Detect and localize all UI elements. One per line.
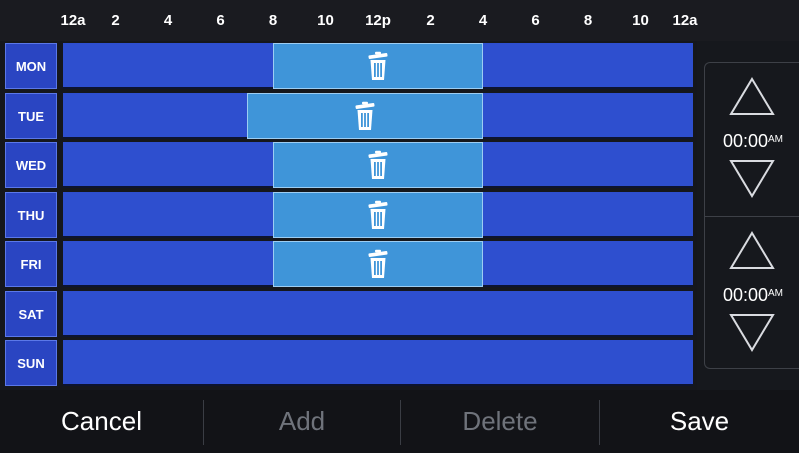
- hour-label: 6: [531, 12, 540, 29]
- scheduled-block[interactable]: [273, 142, 483, 188]
- add-button[interactable]: Add: [204, 390, 400, 453]
- hour-axis: 12a 2 4 6 8 10 12p 2 4 6 8 10 12a: [0, 0, 799, 41]
- triangle-down-icon[interactable]: [729, 312, 775, 352]
- day-track-sun[interactable]: [63, 340, 693, 386]
- scheduled-block[interactable]: [273, 241, 483, 287]
- triangle-down-icon[interactable]: [729, 158, 775, 198]
- day-label-fri[interactable]: FRI: [5, 241, 57, 287]
- hour-label: 12p: [365, 12, 391, 29]
- trash-icon[interactable]: [366, 51, 390, 81]
- trash-icon[interactable]: [366, 200, 390, 230]
- schedule-grid: MON TUE WED THU FRI SAT SUN: [0, 41, 697, 390]
- day-track-sat[interactable]: [63, 291, 693, 337]
- scheduled-block[interactable]: [273, 43, 483, 89]
- time-adjust-panel: 00:00AM 00:00AM: [704, 62, 799, 369]
- hour-label: 4: [163, 12, 173, 29]
- start-time-control: 00:00AM: [705, 63, 799, 215]
- start-time-readout: 00:00AM: [708, 131, 798, 152]
- end-time-ampm: AM: [768, 288, 784, 299]
- start-time-ampm: AM: [768, 134, 784, 145]
- trash-icon[interactable]: [366, 150, 390, 180]
- hour-label: 6: [216, 12, 225, 29]
- hour-label: 4: [478, 12, 488, 29]
- hour-label: 8: [583, 12, 593, 29]
- day-label-mon[interactable]: MON: [5, 43, 57, 89]
- hour-label: 10: [317, 12, 334, 29]
- end-time-readout: 00:00AM: [708, 285, 798, 306]
- scheduled-block[interactable]: [273, 192, 483, 238]
- start-time-value: 00:00: [722, 131, 769, 151]
- day-label-wed[interactable]: WED: [5, 142, 57, 188]
- hour-label: 10: [632, 12, 649, 29]
- end-time-value: 00:00: [722, 285, 769, 305]
- hour-label: 2: [111, 12, 120, 29]
- hour-label: 12a: [672, 12, 698, 29]
- day-label-tue[interactable]: TUE: [5, 93, 57, 139]
- trash-icon[interactable]: [353, 101, 377, 131]
- hour-label: 8: [268, 12, 278, 29]
- end-time-control: 00:00AM: [705, 216, 799, 369]
- save-button[interactable]: Save: [600, 390, 799, 453]
- day-label-thu[interactable]: THU: [5, 192, 57, 238]
- scheduled-block[interactable]: [246, 93, 483, 139]
- day-label-sun[interactable]: SUN: [5, 340, 57, 386]
- cancel-button[interactable]: Cancel: [0, 390, 203, 453]
- trash-icon[interactable]: [366, 249, 390, 279]
- hour-label: 12a: [60, 12, 86, 29]
- hour-label: 2: [426, 12, 435, 29]
- day-label-sat[interactable]: SAT: [5, 291, 57, 337]
- action-bar: Cancel Add Delete Save: [0, 390, 799, 453]
- triangle-up-icon[interactable]: [729, 77, 775, 117]
- triangle-up-icon[interactable]: [729, 231, 775, 271]
- delete-button[interactable]: Delete: [401, 390, 599, 453]
